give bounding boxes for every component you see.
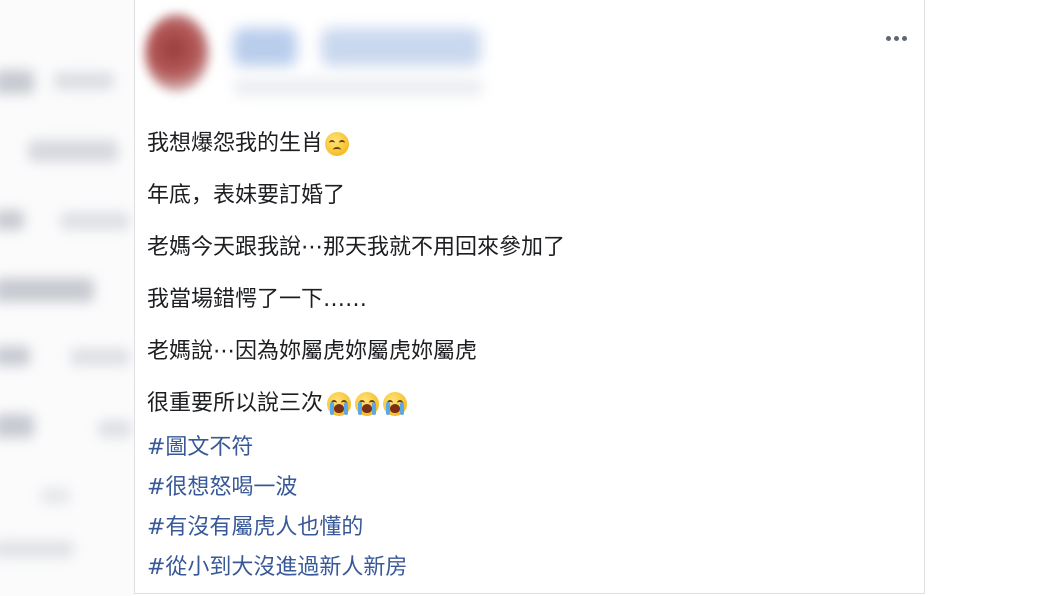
blurred-post-meta [233,78,483,96]
post-body: 我想爆怨我的生肖 年底，表妹要訂婚了 老媽今天跟我說⋯那天我就不用回來參加了 我… [147,118,904,430]
hashtag-link[interactable]: #圖文不符 [147,428,407,468]
more-options-button[interactable] [880,26,912,50]
more-dots-icon [893,35,899,41]
blurred-author-name-2 [321,28,481,66]
post-line: 老媽說⋯因為妳屬虎妳屬虎妳屬虎 [147,326,904,378]
post-line-text: 我想爆怨我的生肖 [147,131,324,156]
crying-face-emoji-icon [327,392,352,416]
hashtag-link[interactable]: #有沒有屬虎人也懂的 [147,508,407,548]
post-line-text: 很重要所以說三次 [147,391,324,416]
post-header [135,0,924,110]
hashtag-list: #圖文不符 #很想怒喝一波 #有沒有屬虎人也懂的 #從小到大沒進過新人新房 [147,428,407,588]
more-dots-icon [901,35,907,41]
blurred-author-name [233,28,297,66]
post-line-text: 老媽說⋯因為妳屬虎妳屬虎妳屬虎 [147,339,478,364]
post-line: 年底，表妹要訂婚了 [147,170,904,222]
hashtag-link[interactable]: #很想怒喝一波 [147,468,407,508]
background-right [926,0,1060,596]
hashtag-link[interactable]: #從小到大沒進過新人新房 [147,548,407,588]
crying-face-emoji-icon [383,392,408,416]
post-line-text: 老媽今天跟我說⋯那天我就不用回來參加了 [147,235,566,260]
post-line-text: 年底，表妹要訂婚了 [147,183,346,208]
post-line-text: 我當場錯愕了一下…… [147,287,368,312]
facebook-post-card: 我想爆怨我的生肖 年底，表妹要訂婚了 老媽今天跟我說⋯那天我就不用回來參加了 我… [134,0,925,594]
blurred-background-post [0,0,134,596]
more-dots-icon [885,35,891,41]
post-line: 我當場錯愕了一下…… [147,274,904,326]
post-line: 我想爆怨我的生肖 [147,118,904,170]
avatar[interactable] [145,14,209,92]
crying-face-emoji-icon [355,392,380,416]
post-line: 很重要所以說三次 [147,378,904,430]
post-line: 老媽今天跟我說⋯那天我就不用回來參加了 [147,222,904,274]
pensive-face-emoji-icon [325,132,350,156]
